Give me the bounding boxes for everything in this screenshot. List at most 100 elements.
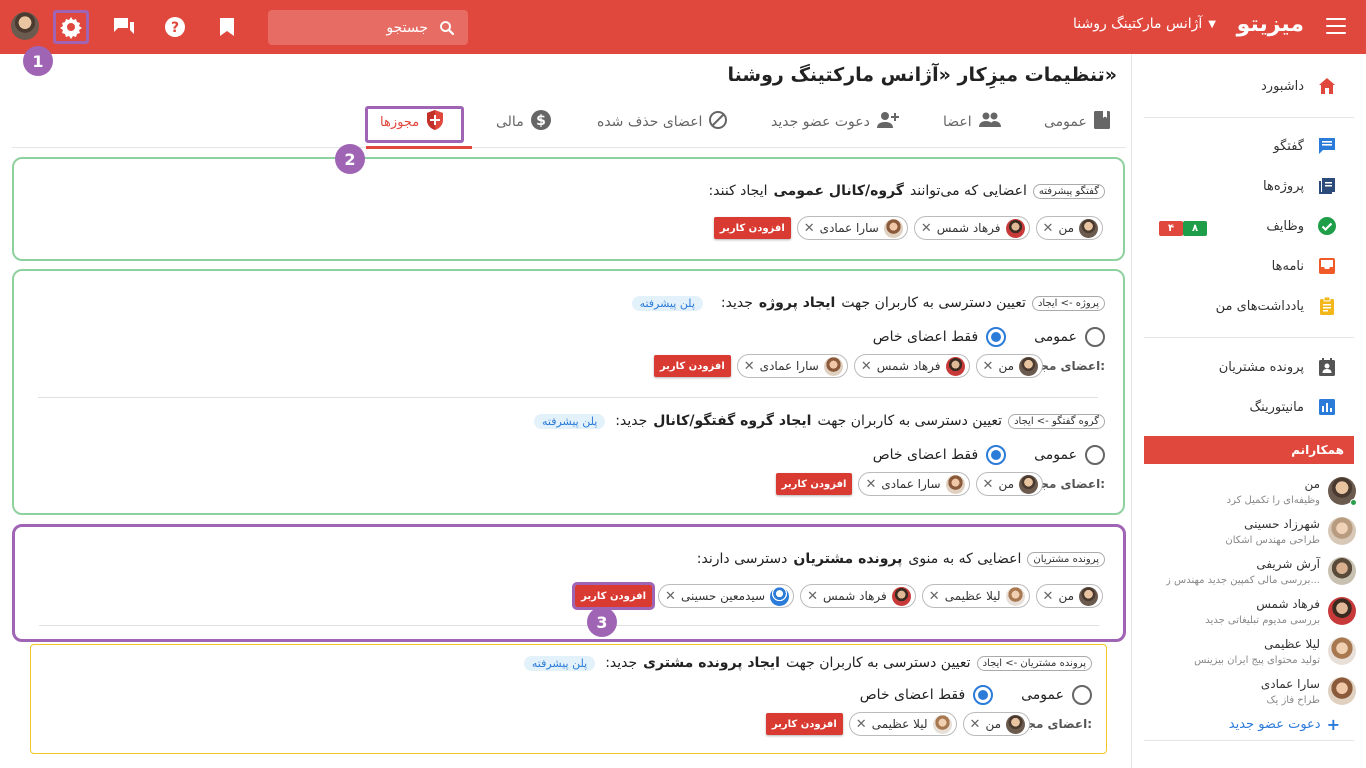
sidebar-item-customers[interactable]: پرونده مشتریان xyxy=(1219,355,1338,379)
menu-icon[interactable] xyxy=(1326,18,1346,34)
desc-text: ایجاد کنند: xyxy=(708,183,768,199)
access-radio-group: عمومی فقط اعضای خاص xyxy=(873,327,1105,347)
remove-icon[interactable]: ✕ xyxy=(929,589,940,604)
radio-private[interactable]: فقط اعضای خاص xyxy=(873,445,1007,465)
radio-private[interactable]: فقط اعضای خاص xyxy=(860,685,994,705)
colleague-item[interactable]: سارا عمادی طراح فاز یک xyxy=(1140,675,1360,711)
radio-button[interactable] xyxy=(1085,445,1105,465)
remove-icon[interactable]: ✕ xyxy=(856,717,867,732)
user-avatar[interactable] xyxy=(11,12,39,40)
remove-icon[interactable]: ✕ xyxy=(665,589,676,604)
remove-icon[interactable]: ✕ xyxy=(861,359,872,374)
help-icon[interactable]: ? xyxy=(164,16,186,38)
remove-icon[interactable]: ✕ xyxy=(744,359,755,374)
sidebar-item-dashboard[interactable]: داشبورد xyxy=(1261,74,1338,98)
chat-icon[interactable] xyxy=(112,16,136,38)
remove-icon[interactable]: ✕ xyxy=(804,221,815,236)
sidebar-item-tasks[interactable]: وظایف xyxy=(1266,214,1338,238)
book-icon xyxy=(1093,110,1111,134)
tab-members[interactable]: اعضا xyxy=(943,106,1002,138)
chip-label: من xyxy=(985,717,1001,731)
radio-public[interactable]: عمومی xyxy=(1034,445,1105,465)
tab-invite-member[interactable]: دعوت عضو جدید xyxy=(771,106,900,138)
sidebar-item-label: پرونده مشتریان xyxy=(1218,359,1304,375)
tab-finance[interactable]: مالی $ xyxy=(496,106,552,138)
workspace-name: آژانس مارکتینگ روشنا xyxy=(1072,16,1203,32)
member-chips: من ✕ لیلا عظیمی ✕ افزودن کاربر xyxy=(765,712,1030,736)
active-tab-indicator xyxy=(366,146,472,149)
desc-bold: ایجاد گروه گفتگو/کانال xyxy=(653,413,812,429)
colleague-status: بررسی مالی کمپین جدید مهندس ز... xyxy=(1166,575,1320,586)
radio-public[interactable]: عمومی xyxy=(1021,685,1092,705)
avatar xyxy=(891,586,911,606)
workspace-selector[interactable]: آژانس مارکتینگ روشنا ▼ xyxy=(1073,16,1216,32)
colleague-item[interactable]: فرهاد شمس بررسی مدیوم تبلیغاتی جدید xyxy=(1140,595,1360,631)
add-user-button[interactable]: افزودن کاربر xyxy=(713,217,791,239)
remove-icon[interactable]: ✕ xyxy=(983,477,994,492)
sidebar-item-letters[interactable]: نامه‌ها xyxy=(1272,254,1338,278)
member-chip: لیلا عظیمی ✕ xyxy=(848,712,957,736)
colleague-name: آرش شریفی xyxy=(1256,557,1320,571)
remove-icon[interactable]: ✕ xyxy=(1043,589,1054,604)
member-chip: من ✕ xyxy=(975,354,1043,378)
sidebar-item-notes[interactable]: یادداشت‌های من xyxy=(1216,294,1338,318)
radio-button[interactable] xyxy=(1072,685,1092,705)
remove-icon[interactable]: ✕ xyxy=(970,717,981,732)
permission-description: پرونده مشتریان اعضایی که به منوی پرونده … xyxy=(697,551,1105,567)
colleague-item[interactable]: شهرزاد حسینی طراحی مهندس اشکان xyxy=(1140,515,1360,551)
add-user-button[interactable]: افزودن کاربر xyxy=(765,713,843,735)
section-divider xyxy=(38,397,1098,398)
add-user-button[interactable]: افزودن کاربر xyxy=(572,582,656,610)
sidebar-item-chat[interactable]: گفتگو xyxy=(1273,134,1338,158)
colleagues-header: همکارانم xyxy=(1144,436,1354,464)
radio-public[interactable]: عمومی xyxy=(1034,327,1105,347)
add-user-button[interactable]: افزودن کاربر xyxy=(775,473,853,495)
search-input[interactable]: جستجو xyxy=(268,10,468,45)
desc-bold: گروه/کانال عمومی xyxy=(773,183,904,199)
avatar xyxy=(1328,637,1356,665)
colleague-name: لیلا عظیمی xyxy=(1264,637,1320,651)
radio-button[interactable] xyxy=(986,445,1007,465)
colleague-item[interactable]: لیلا عظیمی تولید محتوای پیج ایران بیزینس xyxy=(1140,635,1360,671)
radio-button[interactable] xyxy=(986,327,1007,347)
search-icon xyxy=(440,20,455,35)
remove-icon[interactable]: ✕ xyxy=(1043,221,1054,236)
tab-general[interactable]: عمومی xyxy=(1044,106,1111,138)
remove-icon[interactable]: ✕ xyxy=(921,221,932,236)
member-chip: سارا عمادی ✕ xyxy=(796,216,908,240)
tab-removed-members[interactable]: اعضای حذف شده xyxy=(597,106,728,138)
colleague-item[interactable]: من وظیفه‌ای را تکمیل کرد xyxy=(1140,475,1360,511)
radio-button[interactable] xyxy=(1085,327,1105,347)
tab-label: اعضای حذف شده xyxy=(597,114,703,130)
colleague-status: طراحی مهندس اشکان xyxy=(1225,535,1320,546)
remove-icon[interactable]: ✕ xyxy=(807,589,818,604)
access-radio-group: عمومی فقط اعضای خاص xyxy=(873,445,1105,465)
avatar xyxy=(1019,474,1038,494)
radio-private[interactable]: فقط اعضای خاص xyxy=(873,327,1007,347)
colleague-item[interactable]: آرش شریفی بررسی مالی کمپین جدید مهندس ز.… xyxy=(1140,555,1360,591)
brand-logo[interactable]: میزیتو xyxy=(1237,12,1304,37)
inbox-icon xyxy=(1316,255,1338,277)
chip-label: فرهاد شمس xyxy=(936,221,1001,235)
sidebar: داشبورد گفتگو پروژه‌ها ۸ ۴ وظایف نامه‌ها… xyxy=(1131,54,1366,768)
remove-icon[interactable]: ✕ xyxy=(865,477,876,492)
avatar xyxy=(1328,597,1356,625)
member-chip: سارا عمادی ✕ xyxy=(858,472,970,496)
avatar xyxy=(883,218,903,238)
member-chip: من ✕ xyxy=(1035,584,1103,608)
plan-badge: پلن پیشرفته xyxy=(631,295,703,311)
add-user-button[interactable]: افزودن کاربر xyxy=(653,355,731,377)
sidebar-item-projects[interactable]: پروژه‌ها xyxy=(1263,174,1338,198)
invite-member-link[interactable]: دعوت عضو جدید + xyxy=(1229,715,1340,734)
sidebar-item-monitoring[interactable]: مانیتورینگ xyxy=(1249,395,1338,419)
remove-icon[interactable]: ✕ xyxy=(983,359,994,374)
avatar xyxy=(945,356,965,376)
person-add-icon xyxy=(876,111,900,133)
bookmark-icon[interactable] xyxy=(217,16,237,38)
radio-button[interactable] xyxy=(973,685,994,705)
permission-card-create-customer: پرونده مشتریان -> ایجاد تعیین دسترسی به … xyxy=(30,644,1107,754)
desc-text: تعیین دسترسی به کاربران جهت xyxy=(841,295,1026,311)
avatar xyxy=(1006,714,1025,734)
sidebar-divider xyxy=(1144,117,1354,118)
desc-text: اعضایی که به منوی xyxy=(908,551,1022,567)
